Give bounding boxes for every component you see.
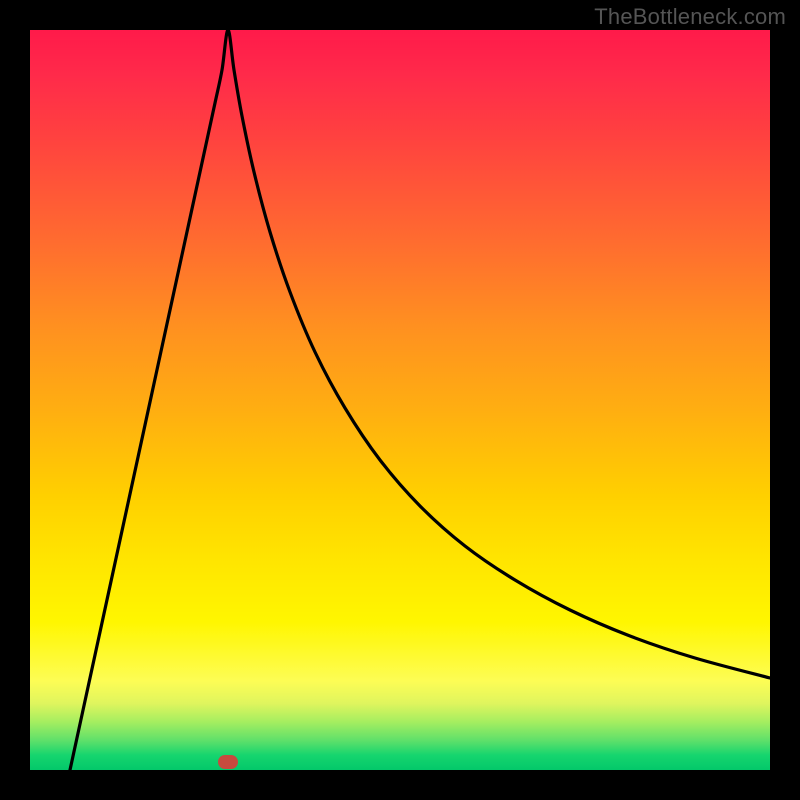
watermark-text: TheBottleneck.com [594, 4, 786, 30]
optimal-marker [218, 755, 238, 769]
bottleneck-curve [30, 30, 770, 770]
plot-area [30, 30, 770, 770]
chart-frame: TheBottleneck.com [0, 0, 800, 800]
